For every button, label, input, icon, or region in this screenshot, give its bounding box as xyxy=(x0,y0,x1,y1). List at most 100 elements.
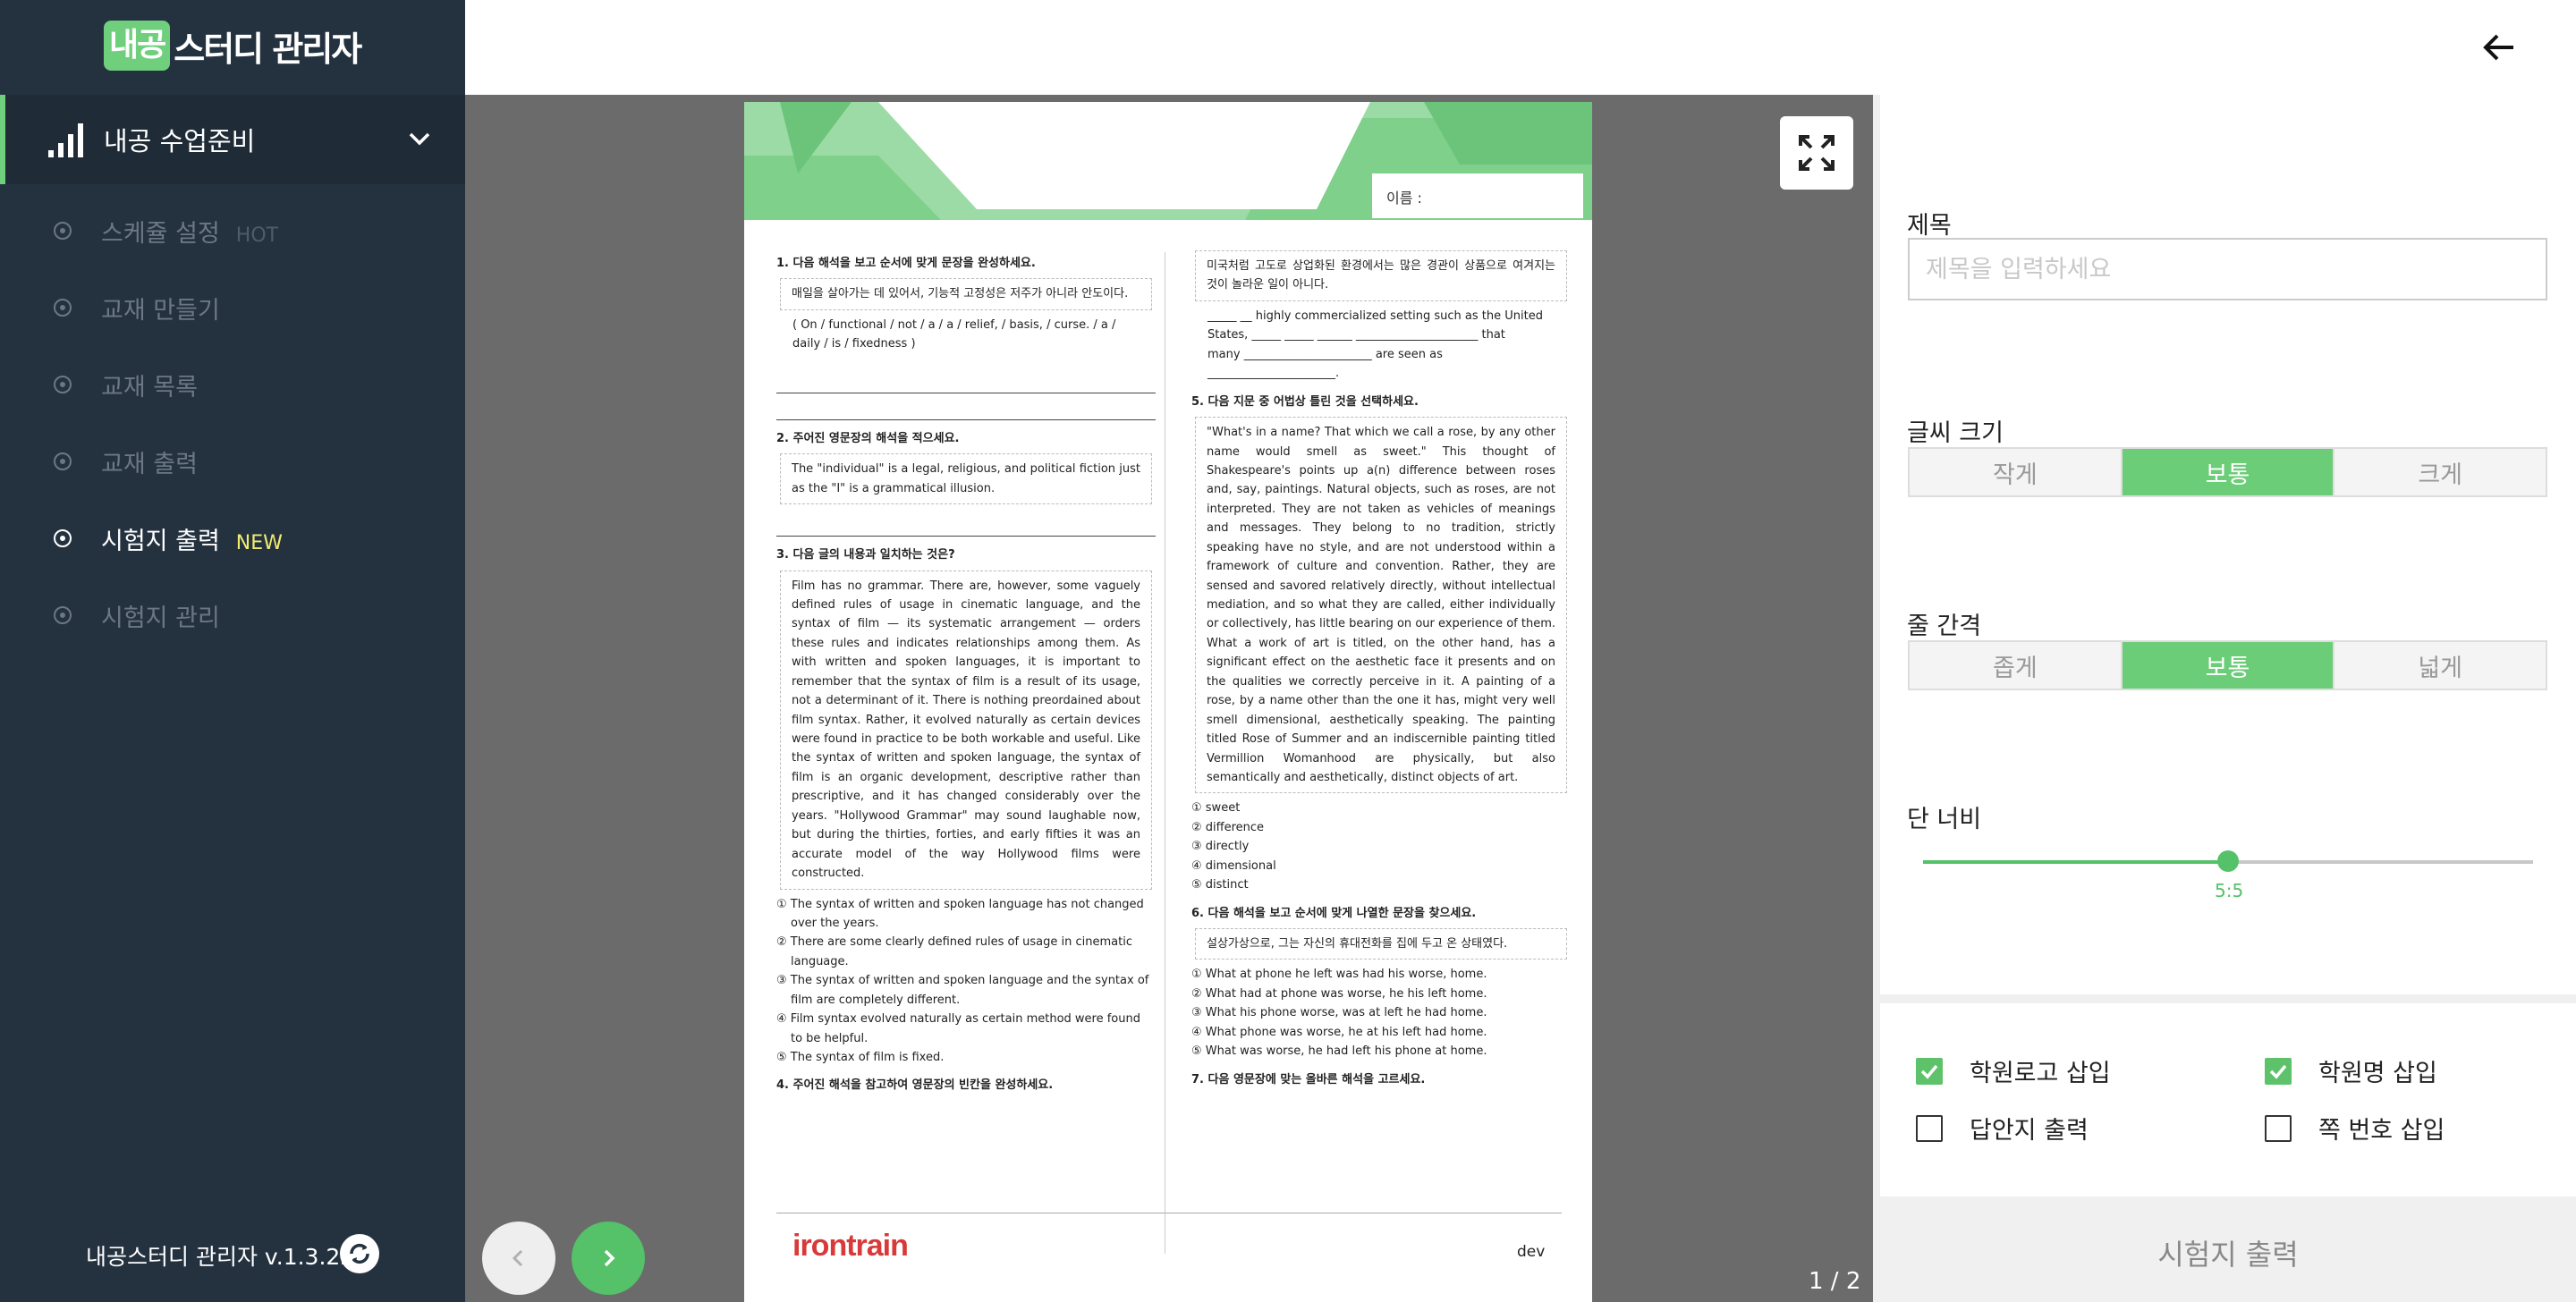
radio-dot-icon xyxy=(54,222,72,240)
option: ⑤ The syntax of film is fixed. xyxy=(776,1051,945,1064)
slider-handle[interactable] xyxy=(2217,850,2239,872)
logo-text: 스터디 관리자 xyxy=(174,29,362,69)
question-3-box: Film has no grammar. There are, however,… xyxy=(780,570,1152,890)
slider-fill xyxy=(1923,860,2228,864)
checkbox-checked-icon xyxy=(2265,1057,2292,1085)
sidebar-item-label: 시험지 관리 xyxy=(101,604,220,632)
question-1-words: ( On / functional / not / a / a / relief… xyxy=(792,317,1116,351)
question-4-blank: _____ __ highly commercialized setting s… xyxy=(1208,309,1543,323)
refresh-button[interactable] xyxy=(340,1234,379,1273)
question-4-blank: many ______________________ are seen as xyxy=(1208,347,1443,361)
option: ① What at phone he left was had his wors… xyxy=(1191,968,1487,982)
option: ④ dimensional xyxy=(1191,858,1276,873)
font-size-small[interactable]: 작게 xyxy=(1910,449,2123,495)
radio-dot-icon xyxy=(54,606,72,624)
question-6: 6. 다음 해석을 보고 순서에 맞게 나열한 문장을 찾으세요. xyxy=(1191,906,1477,920)
sidebar-item-schedule[interactable]: 스케쥴 설정 HOT xyxy=(0,192,465,269)
sidebar-item-exam-print[interactable]: 시험지 출력 NEW xyxy=(0,500,465,577)
line-spacing-narrow[interactable]: 좁게 xyxy=(1910,642,2123,689)
expand-icon xyxy=(1799,135,1835,171)
checkbox-label: 학원로고 삽입 xyxy=(1970,1060,2111,1087)
column-width-slider[interactable] xyxy=(1923,850,2533,872)
option: ② There are some clearly defined rules o… xyxy=(776,935,1132,968)
chevron-right-icon xyxy=(604,1249,615,1267)
sidebar-item-label: 교재 만들기 xyxy=(101,296,220,325)
line-spacing-wide[interactable]: 넓게 xyxy=(2334,642,2546,689)
column-width-value: 5:5 xyxy=(2215,880,2244,901)
sidebar-item-label: 교재 출력 xyxy=(101,450,198,478)
line-spacing-selector: 좁게 보통 넓게 xyxy=(1908,640,2547,690)
exam-paper-preview: 이름 : 1. 다음 해석을 보고 순서에 맞게 문장을 완성하세요. 매일을 … xyxy=(744,102,1592,1302)
question-4-box: 미국처럼 고도로 상업화된 환경에서는 많은 경관이 상품으로 여겨지는 것이 … xyxy=(1195,250,1567,301)
academy-logo-checkbox[interactable]: 학원로고 삽입 xyxy=(1916,1053,2111,1088)
option: ③ What his phone worse, was at left he h… xyxy=(1191,1006,1487,1020)
fullscreen-button[interactable] xyxy=(1780,116,1853,190)
page-indicator: 1 / 2 xyxy=(1809,1268,1861,1295)
sidebar-item-textbook-list[interactable]: 교재 목록 xyxy=(0,346,465,423)
option: ③ directly xyxy=(1191,840,1250,854)
options-section xyxy=(1880,1003,2576,1196)
font-size-normal[interactable]: 보통 xyxy=(2122,449,2335,495)
footer-code: dev xyxy=(1517,1243,1546,1261)
new-badge: NEW xyxy=(235,531,283,554)
sidebar-item-textbook-print[interactable]: 교재 출력 xyxy=(0,423,465,500)
page-number-checkbox[interactable]: 쪽 번호 삽입 xyxy=(2265,1111,2445,1146)
chevron-down-icon[interactable] xyxy=(408,127,431,150)
question-2: 2. 주어진 영문장의 해석을 적으세요. xyxy=(776,431,960,445)
checkbox-label: 학원명 삽입 xyxy=(2318,1060,2437,1087)
sidebar: 내공 스터디 관리자 내공 수업준비 스케쥴 설정 HOT 교재 만들기 교재 목… xyxy=(0,0,465,1302)
app-version: 내공스터디 관리자 v.1.3.22 xyxy=(86,1244,355,1270)
paper-left-column: 1. 다음 해석을 보고 순서에 맞게 문장을 완성하세요. 매일을 살아가는 … xyxy=(776,245,1156,1095)
refresh-icon xyxy=(350,1243,369,1264)
question-4-blank: ______________________. xyxy=(1208,367,1340,381)
chevron-left-icon xyxy=(512,1249,523,1267)
option: ④ What phone was worse, he at his left h… xyxy=(1191,1025,1487,1039)
sidebar-item-label: 시험지 출력 NEW xyxy=(101,527,283,555)
option: ⑤ distinct xyxy=(1191,878,1249,892)
font-size-label: 글씨 크기 xyxy=(1907,419,2004,447)
sidebar-item-make-textbook[interactable]: 교재 만들기 xyxy=(0,269,465,346)
radio-dot-icon xyxy=(54,529,72,547)
sidebar-item-label: 교재 목록 xyxy=(101,373,198,402)
title-label: 제목 xyxy=(1907,212,1952,240)
checkbox-checked-icon xyxy=(1916,1057,1943,1085)
line-spacing-label: 줄 간격 xyxy=(1907,613,1982,640)
question-7: 7. 다음 영문장에 맞는 올바른 해석을 고르세요. xyxy=(1191,1072,1426,1086)
checkbox-unchecked-icon xyxy=(1916,1114,1943,1142)
question-2-box: The "individual" is a legal, religious, … xyxy=(780,453,1152,505)
next-page-button[interactable] xyxy=(572,1222,645,1295)
font-size-large[interactable]: 크게 xyxy=(2334,449,2546,495)
prev-page-button[interactable] xyxy=(482,1222,555,1295)
question-1: 1. 다음 해석을 보고 순서에 맞게 문장을 완성하세요. xyxy=(776,257,1036,270)
radio-dot-icon xyxy=(54,299,72,317)
line-spacing-normal[interactable]: 보통 xyxy=(2122,642,2335,689)
checkbox-unchecked-icon xyxy=(2265,1114,2292,1142)
font-size-selector: 작게 보통 크게 xyxy=(1908,447,2547,497)
academy-name-checkbox[interactable]: 학원명 삽입 xyxy=(2265,1053,2437,1088)
print-exam-button[interactable]: 시험지 출력 xyxy=(1880,1204,2576,1302)
back-arrow-icon[interactable] xyxy=(2478,25,2522,70)
hot-badge: HOT xyxy=(235,224,279,247)
option: ⑤ What was worse, he had left his phone … xyxy=(1191,1044,1487,1059)
question-4: 4. 주어진 해석을 참고하여 영문장의 빈칸을 완성하세요. xyxy=(776,1078,1054,1093)
answer-sheet-checkbox[interactable]: 답안지 출력 xyxy=(1916,1111,2089,1146)
checkbox-label: 쪽 번호 삽입 xyxy=(2318,1117,2445,1145)
option: ② What had at phone was worse, he his le… xyxy=(1191,986,1487,1001)
question-5: 5. 다음 지문 중 어법상 틀린 것을 선택하세요. xyxy=(1191,394,1419,409)
sidebar-item-exam-manage[interactable]: 시험지 관리 xyxy=(0,577,465,654)
menu-class-prep[interactable]: 내공 수업준비 xyxy=(0,95,465,184)
radio-dot-icon xyxy=(54,376,72,393)
question-3: 3. 다음 글의 내용과 일치하는 것은? xyxy=(776,548,955,562)
signal-bars-icon xyxy=(48,122,84,157)
option: ① The syntax of written and spoken langu… xyxy=(776,897,1144,930)
student-name-field: 이름 : xyxy=(1372,173,1583,218)
top-bar xyxy=(465,0,2576,95)
sidebar-item-label: 스케쥴 설정 HOT xyxy=(101,219,279,248)
question-4-blank: States, _____ _____ ______ _____________… xyxy=(1208,328,1505,342)
app-logo[interactable]: 내공 스터디 관리자 xyxy=(104,16,362,75)
radio-dot-icon xyxy=(54,452,72,470)
title-input[interactable] xyxy=(1908,238,2547,300)
question-6-box: 설상가상으로, 그는 자신의 휴대전화를 집에 두고 온 상태였다. xyxy=(1195,928,1567,960)
option: ③ The syntax of written and spoken langu… xyxy=(776,974,1149,1007)
menu-class-prep-label: 내공 수업준비 xyxy=(104,126,256,156)
